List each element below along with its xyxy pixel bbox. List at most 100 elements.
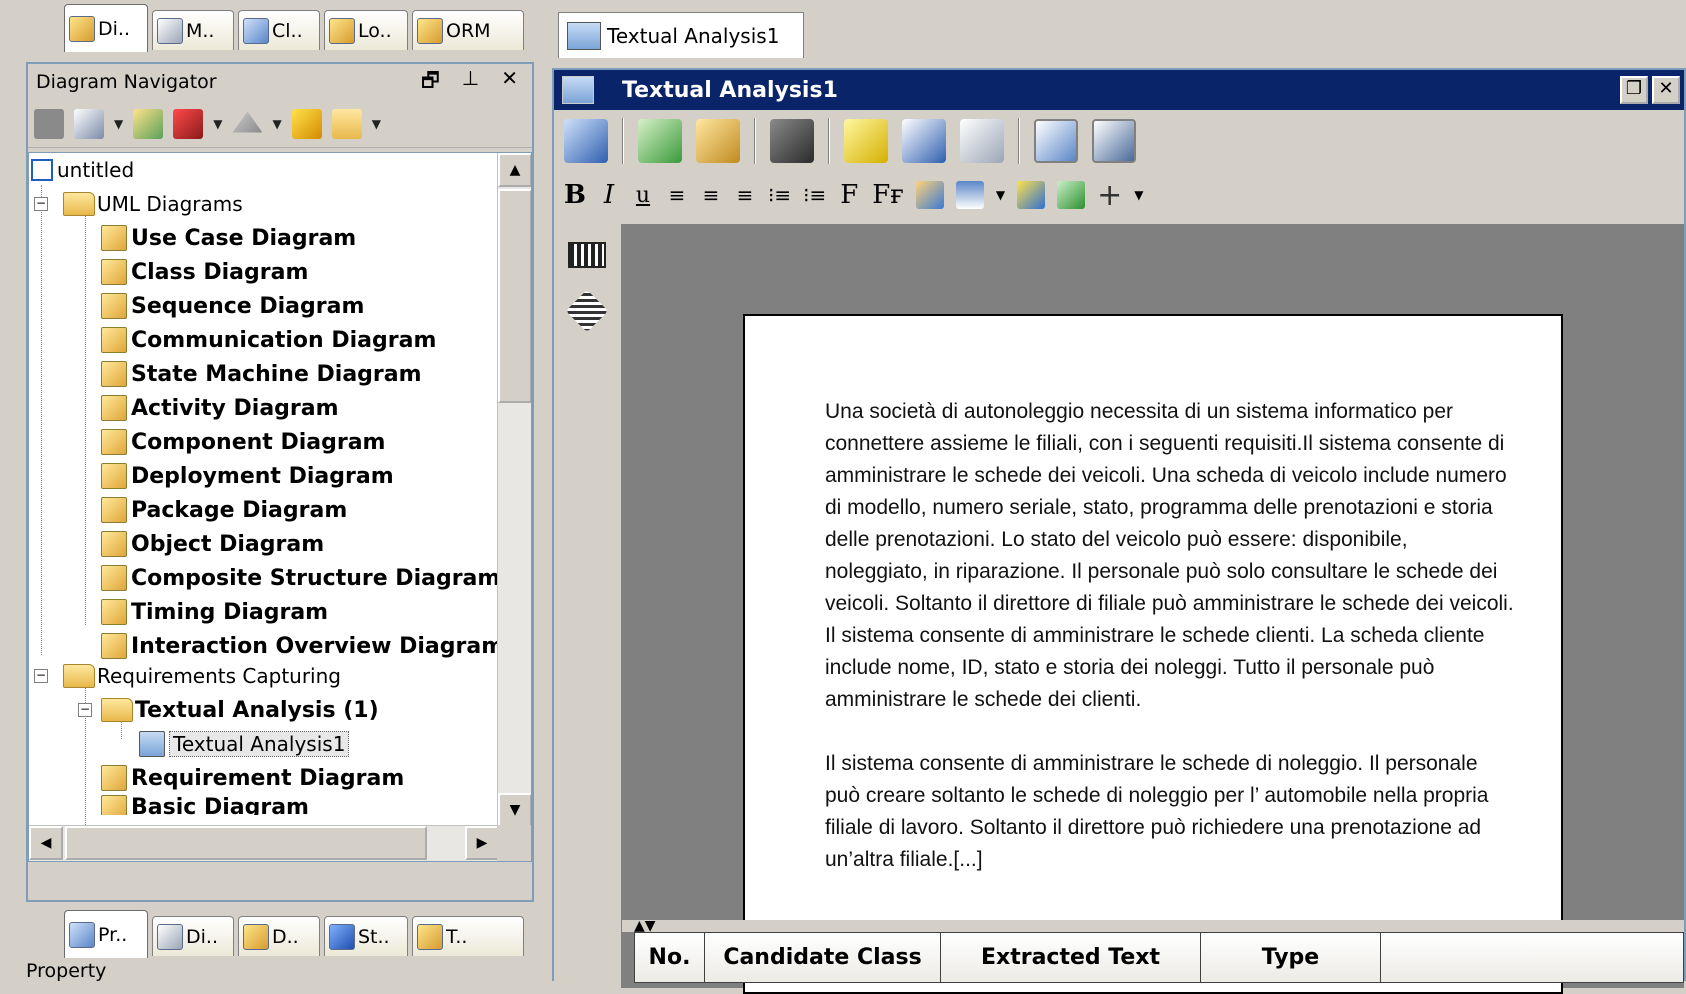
document-page[interactable]: Una società di autonoleggio necessita di… bbox=[743, 314, 1563, 994]
tree-item-partial[interactable]: Basic Diagram bbox=[101, 795, 309, 815]
tree-item-timing-diagram[interactable]: Timing Diagram bbox=[101, 595, 328, 629]
tab-diagram-navigator[interactable]: Di.. bbox=[64, 4, 148, 52]
editor-title: Textual Analysis1 bbox=[622, 77, 838, 103]
tree-item-use-case-diagram[interactable]: Use Case Diagram bbox=[101, 221, 356, 255]
export-icon[interactable] bbox=[696, 119, 740, 163]
insert-link-icon[interactable] bbox=[1057, 181, 1086, 209]
scroll-up-icon[interactable]: ▲ bbox=[498, 153, 531, 187]
horizontal-scroll-thumb[interactable] bbox=[65, 826, 427, 860]
tree-folder-uml-diagrams[interactable]: UML Diagrams bbox=[63, 187, 243, 221]
tree-vertical-scrollbar[interactable]: ▲ ▼ bbox=[497, 153, 531, 827]
bullet-list-button[interactable]: ⁝≡ bbox=[803, 183, 826, 207]
binoculars-icon[interactable] bbox=[770, 119, 814, 163]
splitter-bar[interactable]: ▲▼ bbox=[622, 918, 1684, 934]
column-header-candidate-class[interactable]: Candidate Class bbox=[705, 933, 941, 982]
tree-item-sequence-diagram[interactable]: Sequence Diagram bbox=[101, 289, 364, 323]
insert-table-icon[interactable] bbox=[955, 181, 984, 209]
table-dropdown-icon[interactable]: ▼ bbox=[996, 188, 1005, 202]
tree-item-package-diagram[interactable]: Package Diagram bbox=[101, 493, 347, 527]
tab-class-repository[interactable]: Cl.. bbox=[238, 10, 320, 50]
restore-icon[interactable]: 🗗 bbox=[421, 66, 440, 100]
import-icon[interactable] bbox=[638, 119, 682, 163]
align-left-button[interactable]: ≡ bbox=[666, 183, 688, 207]
tree-item-component-diagram[interactable]: Component Diagram bbox=[101, 425, 385, 459]
tree-item-textual-analysis1[interactable]: Textual Analysis1 bbox=[139, 727, 350, 761]
add-icon[interactable]: + bbox=[1097, 178, 1122, 213]
bold-button[interactable]: B bbox=[564, 180, 586, 210]
interaction-overview-diagram-icon bbox=[101, 633, 127, 659]
font-button[interactable]: F bbox=[838, 180, 860, 210]
tab-model-explorer[interactable]: M.. bbox=[152, 10, 234, 50]
tab-logical-view[interactable]: Lo.. bbox=[324, 10, 408, 50]
tree-line bbox=[85, 201, 86, 625]
pencil-icon[interactable] bbox=[565, 289, 609, 333]
tab-diagram-overview[interactable]: Di.. bbox=[152, 916, 234, 956]
italic-button[interactable]: I bbox=[598, 180, 620, 210]
highlighter-icon[interactable] bbox=[844, 119, 888, 163]
collapse-icon[interactable]: − bbox=[34, 669, 48, 683]
move-dropdown-icon[interactable]: ▼ bbox=[272, 117, 281, 131]
split-view-icon[interactable] bbox=[1092, 119, 1136, 163]
restore-window-icon[interactable]: ❐ bbox=[1620, 76, 1648, 104]
tab-template[interactable]: T.. bbox=[412, 916, 524, 956]
tab-property[interactable]: Pr.. bbox=[64, 910, 148, 958]
tab-orm[interactable]: ORM bbox=[412, 10, 524, 50]
tree-folder-textual-analysis[interactable]: Textual Analysis (1) bbox=[101, 693, 379, 727]
diagram-navigator-icon bbox=[69, 15, 95, 42]
paragraph: Il sistema consente di amministrare le s… bbox=[825, 752, 1489, 871]
paint-icon[interactable] bbox=[915, 181, 944, 209]
new-candidate-icon[interactable] bbox=[902, 119, 946, 163]
folder-dropdown-icon[interactable]: ▼ bbox=[372, 117, 381, 131]
scroll-down-icon[interactable]: ▼ bbox=[498, 793, 531, 827]
close-window-icon[interactable]: ✕ bbox=[1652, 76, 1680, 104]
align-center-button[interactable]: ≡ bbox=[700, 183, 722, 207]
tree-view-icon[interactable] bbox=[74, 108, 104, 139]
table-grid-icon[interactable] bbox=[568, 242, 606, 268]
tree-item-composite-structure-diagram[interactable]: Composite Structure Diagram bbox=[101, 561, 500, 595]
open-folder-icon[interactable] bbox=[331, 108, 362, 139]
move-up-icon[interactable] bbox=[232, 111, 263, 133]
filter-icon[interactable] bbox=[133, 108, 164, 139]
new-diagram-icon[interactable] bbox=[34, 108, 64, 139]
tree-item-activity-diagram[interactable]: Activity Diagram bbox=[101, 391, 339, 425]
tree-item-class-diagram[interactable]: Class Diagram bbox=[101, 255, 308, 289]
scroll-left-icon[interactable]: ◀ bbox=[29, 826, 63, 860]
scroll-right-icon[interactable]: ▶ bbox=[465, 826, 499, 860]
pin-icon[interactable]: ⊥ bbox=[462, 66, 479, 100]
tree-item-object-diagram[interactable]: Object Diagram bbox=[101, 527, 324, 561]
collapse-icon[interactable]: − bbox=[78, 703, 92, 717]
tab-documentation[interactable]: D.. bbox=[238, 916, 320, 956]
tree-item-deployment-diagram[interactable]: Deployment Diagram bbox=[101, 459, 394, 493]
column-header-type[interactable]: Type bbox=[1201, 933, 1381, 982]
numbered-list-button[interactable]: ⁝≡ bbox=[768, 183, 791, 207]
tree-item-communication-diagram[interactable]: Communication Diagram bbox=[101, 323, 436, 357]
collapse-icon[interactable]: − bbox=[34, 197, 48, 211]
tree-item-state-machine-diagram[interactable]: State Machine Diagram bbox=[101, 357, 422, 391]
add-dropdown-icon[interactable]: ▼ bbox=[1134, 188, 1143, 202]
sort-icon[interactable] bbox=[173, 108, 204, 139]
vertical-scroll-thumb[interactable] bbox=[498, 189, 531, 403]
font-size-icon[interactable] bbox=[960, 119, 1004, 163]
text-view-icon[interactable] bbox=[1034, 119, 1078, 163]
close-icon[interactable]: ✕ bbox=[501, 66, 518, 100]
align-right-button[interactable]: ≡ bbox=[734, 183, 756, 207]
tree-folder-requirements-capturing[interactable]: Requirements Capturing bbox=[63, 659, 341, 693]
analysis-toolbar bbox=[554, 110, 1684, 172]
tree-item-interaction-overview-diagram[interactable]: Interaction Overview Diagram bbox=[101, 629, 504, 663]
tree-horizontal-scrollbar[interactable]: ◀ ▶ bbox=[29, 825, 499, 861]
dropdown-arrow-icon[interactable]: ▼ bbox=[114, 117, 123, 131]
tab-textual-analysis1[interactable]: Textual Analysis1 bbox=[558, 12, 804, 58]
problem-statement-text[interactable]: Una società di autonoleggio necessita di… bbox=[825, 396, 1515, 908]
column-header-extracted-text[interactable]: Extracted Text bbox=[941, 933, 1201, 982]
sort-dropdown-icon[interactable]: ▼ bbox=[213, 117, 222, 131]
tree-root[interactable]: untitled bbox=[31, 153, 134, 187]
underline-button[interactable]: u bbox=[632, 183, 654, 208]
insert-image-icon[interactable] bbox=[1017, 181, 1046, 209]
font-style-button[interactable]: Fғ bbox=[872, 180, 904, 210]
logical-view-icon bbox=[329, 17, 355, 44]
refresh-icon[interactable] bbox=[291, 108, 322, 139]
tree-item-requirement-diagram[interactable]: Requirement Diagram bbox=[101, 761, 404, 795]
tab-stereotypes[interactable]: St.. bbox=[324, 916, 408, 956]
column-header-no[interactable]: No. bbox=[635, 933, 705, 982]
document-icon[interactable] bbox=[564, 119, 608, 163]
